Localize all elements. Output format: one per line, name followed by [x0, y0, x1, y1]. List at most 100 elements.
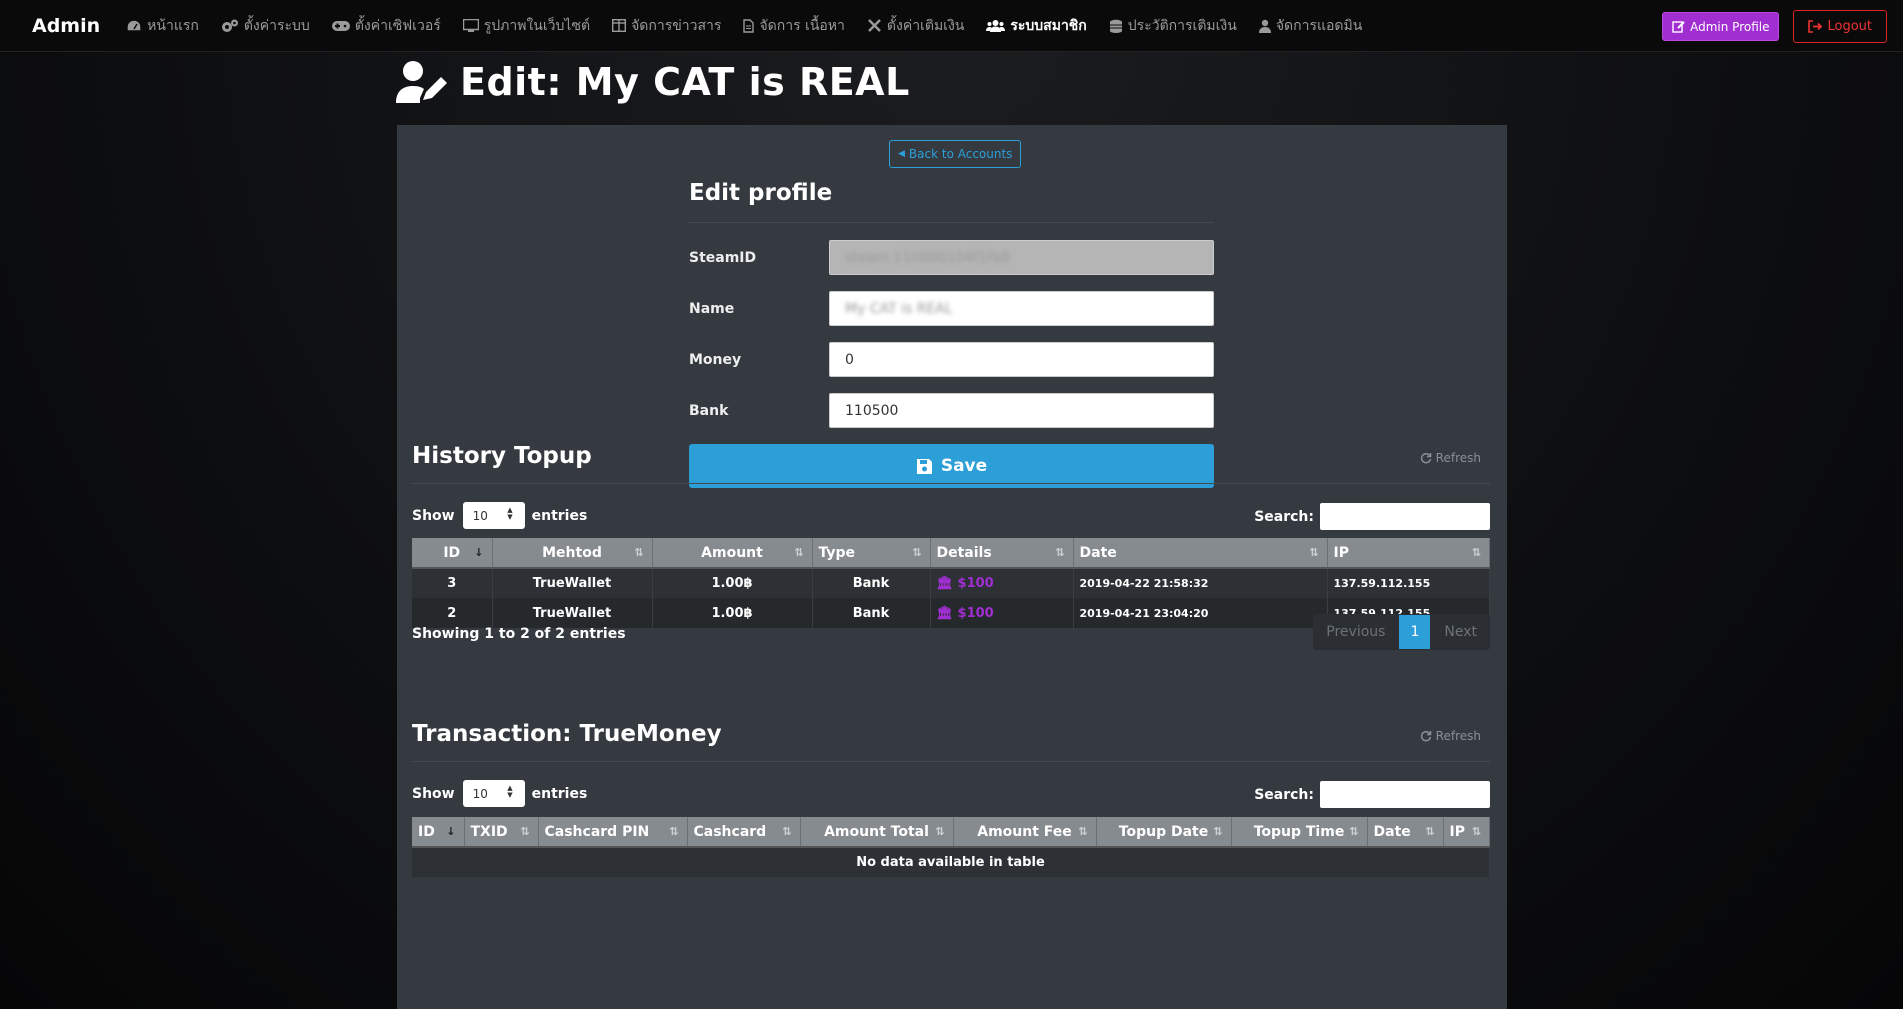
col-method[interactable]: Mehtod ⇅ [492, 538, 653, 569]
steamid-label: SteamID [689, 249, 757, 266]
top-navbar: Admin หน้าแรก ตั้งค่าระบบ ตั้งค่าเซิฟเวอ… [0, 0, 1903, 52]
col-topup-date[interactable]: Topup Date ⇅ [1096, 817, 1232, 848]
brand[interactable]: Admin [32, 15, 100, 37]
nav-actions: Admin Profile Logout [1662, 10, 1887, 43]
name-field[interactable]: My CAT is REAL [829, 291, 1214, 326]
nav-item-home[interactable]: หน้าแรก [126, 15, 199, 37]
admin-profile-button[interactable]: Admin Profile [1662, 12, 1780, 41]
col-ip[interactable]: IP ⇅ [1443, 817, 1490, 848]
nav-item-news[interactable]: จัดการข่าวสาร [612, 15, 721, 37]
transaction-search-input[interactable] [1320, 781, 1490, 808]
tools-icon [868, 19, 881, 32]
user-edit-icon [396, 61, 447, 103]
length-value: 10 [472, 786, 488, 801]
next-button[interactable]: Next [1431, 614, 1490, 650]
nav-label: ตั้งค่าเติมเงิน [886, 17, 965, 34]
col-date[interactable]: Date ⇅ [1073, 538, 1328, 569]
col-date[interactable]: Date ⇅ [1367, 817, 1444, 848]
history-refresh-button[interactable]: Refresh [1420, 451, 1481, 465]
money-field[interactable]: 0 [829, 342, 1214, 377]
name-row: Name My CAT is REAL [689, 291, 1214, 326]
nav-item-content[interactable]: จัดการ เนื้อหา [743, 15, 845, 37]
sort-icon: ⇅ [634, 546, 644, 559]
money-label: Money [689, 351, 742, 368]
sort-icon: ⇅ [520, 825, 530, 838]
show-label: Show [412, 785, 455, 802]
history-search-input[interactable] [1320, 503, 1490, 530]
col-txid[interactable]: TXID ⇅ [464, 817, 539, 848]
sign-out-icon [1808, 20, 1823, 33]
refresh-icon [1420, 730, 1431, 742]
nav-label: หน้าแรก [147, 17, 199, 34]
sort-icon: ⇅ [1213, 825, 1223, 838]
history-info: Showing 1 to 2 of 2 entries [412, 626, 626, 642]
page-1-button[interactable]: 1 [1398, 614, 1432, 650]
sort-icon: ⇅ [1471, 546, 1481, 559]
caret-left-icon: ◀ [898, 149, 905, 159]
users-icon [986, 19, 1006, 32]
sort-icon: ⇅ [912, 546, 922, 559]
columns-icon [612, 19, 627, 32]
coins-icon [1109, 19, 1122, 33]
bank-icon: 🏛 [936, 605, 958, 621]
history-length-select[interactable]: 10 ▲ ▼ [462, 502, 525, 529]
refresh-label: Refresh [1435, 729, 1481, 743]
sort-icon: ⇅ [1471, 825, 1481, 838]
sort-icon: ⇅ [935, 825, 945, 838]
file-icon [743, 18, 755, 33]
col-cashcard-pin[interactable]: Cashcard PIN ⇅ [538, 817, 688, 848]
nav-label: ตั้งค่าระบบ [243, 17, 310, 34]
col-id[interactable]: ID ↓ [412, 817, 465, 848]
desktop-icon [462, 18, 479, 32]
steamid-value: steam:110000104f1fa8 [845, 249, 1010, 266]
bank-field[interactable]: 110500 [829, 393, 1214, 428]
divider [412, 483, 1490, 484]
name-label: Name [689, 300, 735, 317]
empty-message: No data available in table [412, 847, 1490, 877]
search-label: Search: [1254, 786, 1314, 803]
table-row: 3 TrueWallet 1.00฿ Bank 🏛 $100 2019-04-2… [412, 568, 1490, 598]
nav-item-server-settings[interactable]: ตั้งค่าเซิฟเวอร์ [331, 15, 441, 37]
sort-icon: ⇅ [1425, 825, 1435, 838]
page-title: Edit: My CAT is REAL [460, 60, 910, 104]
form-title: Edit profile [689, 180, 1214, 223]
col-type[interactable]: Type ⇅ [812, 538, 931, 569]
nav-item-website-images[interactable]: รูปภาพในเว็บไซต์ [462, 15, 590, 37]
sort-icon: ⇅ [1078, 825, 1088, 838]
transaction-refresh-button[interactable]: Refresh [1420, 729, 1481, 743]
bank-icon: 🏛 [936, 576, 958, 591]
length-value: 10 [472, 508, 488, 523]
bank-label: Bank [689, 402, 729, 419]
user-icon [1258, 19, 1271, 33]
history-search: Search: [1254, 503, 1490, 530]
transaction-length-select[interactable]: 10 ▲ ▼ [462, 780, 525, 807]
back-to-accounts-button[interactable]: ◀ Back to Accounts [889, 140, 1022, 168]
col-amount-fee[interactable]: Amount Fee ⇅ [953, 817, 1097, 848]
transaction-table: ID ↓ TXID ⇅ Cashcard PIN ⇅ Cashcard ⇅ Amount… [412, 817, 1490, 877]
col-topup-time[interactable]: Topup Time ⇅ [1231, 817, 1368, 848]
nav-item-admins[interactable]: จัดการแอดมิน [1258, 15, 1362, 37]
nav-item-members[interactable]: ระบบสมาชิก [986, 15, 1087, 37]
nav-label: ระบบสมาชิก [1010, 17, 1087, 34]
history-pagination: Previous 1 Next [1313, 614, 1490, 650]
divider [412, 761, 1490, 762]
sort-icon: ⇅ [1055, 546, 1065, 559]
nav-label: จัดการข่าวสาร [631, 17, 722, 34]
bank-row: Bank 110500 [689, 393, 1214, 428]
col-cashcard[interactable]: Cashcard ⇅ [687, 817, 801, 848]
cogs-icon [221, 19, 238, 32]
sort-icon: ⇅ [794, 546, 804, 559]
col-id[interactable]: ID ↓ [412, 538, 493, 569]
nav-item-system-settings[interactable]: ตั้งค่าระบบ [221, 15, 310, 37]
refresh-icon [1420, 452, 1431, 464]
logout-button[interactable]: Logout [1793, 10, 1887, 43]
previous-button[interactable]: Previous [1313, 614, 1399, 650]
col-amount-total[interactable]: Amount Total ⇅ [800, 817, 954, 848]
empty-row: No data available in table [412, 847, 1490, 877]
nav-item-topup-settings[interactable]: ตั้งค่าเติมเงิน [867, 15, 964, 37]
col-ip[interactable]: IP ⇅ [1327, 538, 1490, 569]
transaction-title: Transaction: TrueMoney [412, 721, 722, 747]
col-amount[interactable]: Amount ⇅ [652, 538, 813, 569]
col-details[interactable]: Details ⇅ [930, 538, 1074, 569]
nav-item-topup-history[interactable]: ประวัติการเติมเงิน [1109, 15, 1237, 37]
